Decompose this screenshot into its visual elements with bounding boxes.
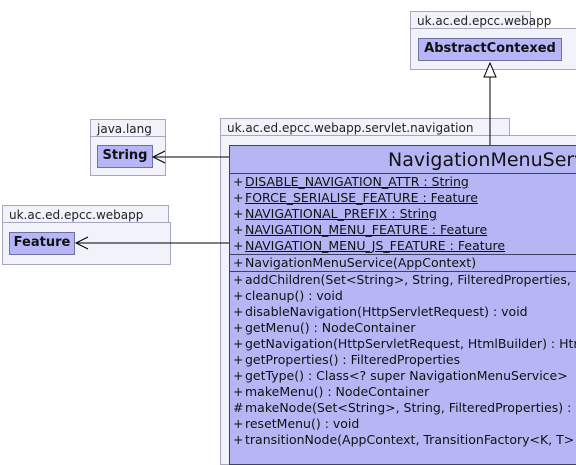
diagram-connectors [74,61,497,250]
generalization-arrowhead [483,61,497,78]
